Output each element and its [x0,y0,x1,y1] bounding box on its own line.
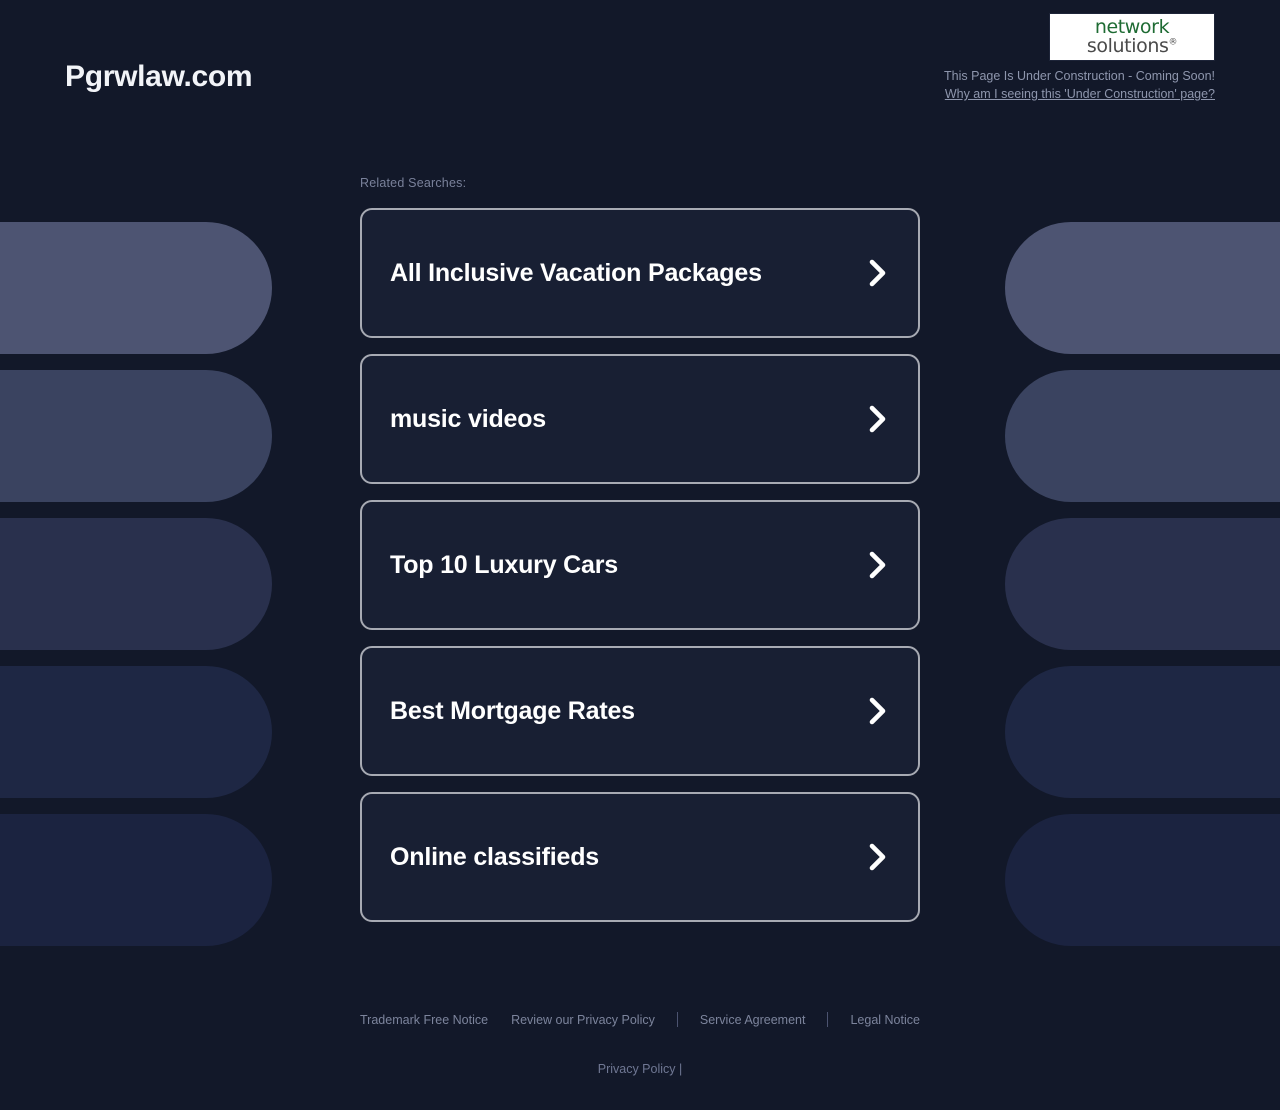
related-search-label: Top 10 Luxury Cars [390,550,618,579]
network-solutions-logo: network solutions® [1049,13,1215,61]
decor-pill-right [1005,666,1280,798]
logo-solutions-word: solutions [1086,35,1169,57]
footer-link[interactable]: Trademark Free Notice [360,1013,488,1027]
related-search-label: Best Mortgage Rates [390,696,635,725]
construction-notice: This Page Is Under Construction - Coming… [944,69,1215,83]
page-root: Pgrwlaw.com network solutions® This Page… [0,0,1280,1110]
related-searches-label: Related Searches: [360,176,467,190]
registered-mark: ® [1168,37,1178,48]
footer-link[interactable]: Legal Notice [850,1013,920,1027]
decor-pill-right [1005,222,1280,354]
privacy-policy-bottom-link[interactable]: Privacy Policy | [598,1062,683,1076]
related-search-label: Online classifieds [390,842,599,871]
related-search-label: All Inclusive Vacation Packages [390,258,762,287]
chevron-right-icon [866,696,890,726]
construction-help-link[interactable]: Why am I seeing this 'Under Construction… [945,87,1215,101]
page-footer: Trademark Free Notice Review our Privacy … [0,1012,1280,1076]
decor-pill-right [1005,814,1280,946]
decor-pill-left [0,222,272,354]
related-search-card[interactable]: Top 10 Luxury Cars [360,500,920,630]
footer-link[interactable]: Review our Privacy Policy [511,1013,655,1027]
chevron-right-icon [866,404,890,434]
related-search-card[interactable]: Best Mortgage Rates [360,646,920,776]
decor-pill-right [1005,370,1280,502]
footer-link[interactable]: Service Agreement [700,1013,806,1027]
page-title: Pgrwlaw.com [65,60,253,93]
page-header: Pgrwlaw.com network solutions® This Page… [0,0,1280,120]
footer-links: Trademark Free Notice Review our Privacy … [0,1012,1280,1027]
footer-link-separator [676,1012,678,1027]
decor-pill-left [0,814,272,946]
related-search-card[interactable]: All Inclusive Vacation Packages [360,208,920,338]
related-search-card[interactable]: music videos [360,354,920,484]
chevron-right-icon [866,258,890,288]
decor-pill-left [0,666,272,798]
related-searches-list: All Inclusive Vacation Packages music vid… [360,208,920,938]
logo-solutions-text: solutions® [1086,35,1178,57]
decor-pill-left [0,370,272,502]
chevron-right-icon [866,842,890,872]
decor-pill-left [0,518,272,650]
related-search-label: music videos [390,404,546,433]
footer-bottom: Privacy Policy | [0,1062,1280,1076]
footer-link-separator [827,1012,829,1027]
chevron-right-icon [866,550,890,580]
decor-pill-right [1005,518,1280,650]
related-search-card[interactable]: Online classifieds [360,792,920,922]
